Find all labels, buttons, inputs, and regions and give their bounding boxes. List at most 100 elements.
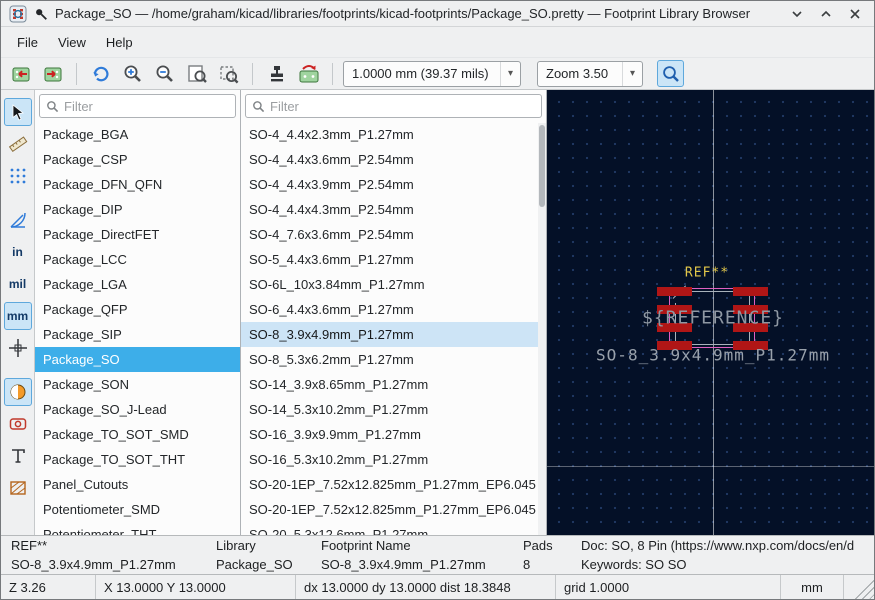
library-list: Package_BGA Package_CSP Package_DFN_QFN Pac…: [35, 122, 240, 535]
footprint-list-item[interactable]: SO-20_5.3x12.6mm_P1.27mm: [241, 522, 538, 535]
library-list-item[interactable]: Package_TO_SOT_SMD: [35, 422, 240, 447]
library-list-item[interactable]: Package_SIP: [35, 322, 240, 347]
toolbar-separator: [76, 62, 77, 85]
refresh-button[interactable]: [87, 60, 114, 87]
menu-item[interactable]: Help: [96, 31, 143, 54]
footprint-list-scrollbar[interactable]: [538, 123, 546, 535]
menu-item[interactable]: View: [48, 31, 96, 54]
footprint-list-item[interactable]: SO-6L_10x3.84mm_P1.27mm: [241, 272, 538, 297]
library-list-item[interactable]: Package_DFN_QFN: [35, 172, 240, 197]
measure-tool-button[interactable]: [4, 130, 32, 158]
footprint-list-item[interactable]: SO-8_5.3x6.2mm_P1.27mm: [241, 347, 538, 372]
status-coords-bar: Z 3.26 X 13.0000 Y 13.0000 dx 13.0000 dy…: [1, 574, 874, 599]
next-footprint-button[interactable]: [39, 60, 66, 87]
footprint-list-item[interactable]: SO-4_4.4x2.3mm_P1.27mm: [241, 122, 538, 147]
pin-icon[interactable]: [34, 7, 48, 21]
zoom-select-value: Zoom 3.50: [546, 66, 609, 81]
graphics-sketch-button[interactable]: [4, 474, 32, 502]
library-panel: Package_BGAPackage_CSPPackage_DFN_QFNPac…: [35, 90, 241, 535]
cursor-tool-button[interactable]: [3, 98, 32, 126]
zoom-selection-button[interactable]: [215, 60, 242, 87]
footprint-list-item[interactable]: SO-20-1EP_7.52x12.825mm_P1.27mm_EP6.045: [241, 497, 538, 522]
high-contrast-button[interactable]: [3, 378, 32, 406]
crosshair-style-button[interactable]: [4, 334, 32, 362]
library-list-item[interactable]: Package_SO: [35, 347, 240, 372]
library-list-item[interactable]: Package_LGA: [35, 272, 240, 297]
maximize-button[interactable]: [815, 4, 837, 24]
status-keywords: Keywords: SO SO: [581, 557, 687, 572]
polar-coordinates-button[interactable]: [4, 206, 32, 234]
status-zoom: Z 3.26: [1, 575, 96, 599]
footprint-list-item[interactable]: SO-16_3.9x9.9mm_P1.27mm: [241, 422, 538, 447]
status-footprint-label: Footprint Name: [321, 538, 411, 553]
footprint-list-item[interactable]: SO-16_5.3x10.2mm_P1.27mm: [241, 447, 538, 472]
units-mils-button[interactable]: mil: [4, 270, 32, 298]
library-list-item[interactable]: Potentiometer_SMD: [35, 497, 240, 522]
pads-sketch-button[interactable]: [4, 410, 32, 438]
library-list-item[interactable]: Panel_Cutouts: [35, 472, 240, 497]
footprint-filter-input[interactable]: [270, 98, 535, 114]
footprint-list-item[interactable]: SO-5_4.4x3.6mm_P1.27mm: [241, 247, 538, 272]
library-filter[interactable]: [39, 94, 236, 118]
main-toolbar: 1.0000 mm (39.37 mils) ▾ Zoom 3.50 ▾: [1, 57, 874, 90]
footprint-list-item[interactable]: SO-4_4.4x3.9mm_P2.54mm: [241, 172, 538, 197]
zoom-out-button[interactable]: [151, 60, 178, 87]
library-list-item[interactable]: Package_SO_J-Lead: [35, 397, 240, 422]
footprint-panel: SO-4_4.4x2.3mm_P1.27mmSO-4_4.4x3.6mm_P2.…: [241, 90, 547, 535]
previous-footprint-button[interactable]: [7, 60, 34, 87]
status-cursor-position: X 13.0000 Y 13.0000: [96, 575, 296, 599]
footprint-list: SO-4_4.4x2.3mm_P1.27mm SO-4_4.4x3.6mm_P2.…: [241, 122, 538, 535]
3d-viewer-button[interactable]: [263, 60, 290, 87]
footprint-list-item[interactable]: SO-6_4.4x3.6mm_P1.27mm: [241, 297, 538, 322]
footprint-list-item[interactable]: SO-4_4.4x3.6mm_P2.54mm: [241, 147, 538, 172]
units-mm-button[interactable]: mm: [3, 302, 32, 330]
status-doc: Doc: SO, 8 Pin (https://www.nxp.com/docs…: [581, 538, 855, 553]
grid-select-value: 1.0000 mm (39.37 mils): [352, 66, 489, 81]
insert-footprint-button[interactable]: [295, 60, 322, 87]
library-list-item[interactable]: Package_TO_SOT_THT: [35, 447, 240, 472]
search-toggle-button[interactable]: [657, 60, 684, 87]
library-list-item[interactable]: Package_CSP: [35, 147, 240, 172]
footprint-list-item[interactable]: SO-20-1EP_7.52x12.825mm_P1.27mm_EP6.045: [241, 472, 538, 497]
library-list-item[interactable]: Package_LCC: [35, 247, 240, 272]
menubar: File View Help: [1, 27, 874, 57]
toolbar-separator: [332, 62, 333, 85]
library-filter-input[interactable]: [64, 98, 229, 114]
window-title: Package_SO — /home/graham/kicad/librarie…: [55, 6, 751, 21]
units-inches-button[interactable]: in: [4, 238, 32, 266]
menu-item[interactable]: File: [7, 31, 48, 54]
library-list-item[interactable]: Package_DirectFET: [35, 222, 240, 247]
library-list-item[interactable]: Package_QFP: [35, 297, 240, 322]
zoom-fit-button[interactable]: [183, 60, 210, 87]
status-library: Package_SO: [216, 557, 293, 572]
reference-designator: REF**: [684, 265, 730, 281]
library-list-item[interactable]: Package_BGA: [35, 122, 240, 147]
footprint-list-item[interactable]: SO-4_4.4x4.3mm_P2.54mm: [241, 197, 538, 222]
status-pads: 8: [523, 557, 531, 572]
library-list-item[interactable]: Potentiometer_THT: [35, 522, 240, 535]
footprint-list-item[interactable]: SO-14_5.3x10.2mm_P1.27mm: [241, 397, 538, 422]
status-footprint-name: SO-8_3.9x4.9mm_P1.27mm: [321, 557, 486, 572]
grid-toggle-button[interactable]: [4, 162, 32, 190]
titlebar[interactable]: Package_SO — /home/graham/kicad/librarie…: [1, 1, 874, 27]
scrollbar-thumb[interactable]: [539, 125, 545, 207]
search-icon: [46, 100, 59, 113]
status-info-bar: REF** Library Footprint Name Pads Doc: S…: [1, 535, 874, 574]
grid-select[interactable]: 1.0000 mm (39.37 mils) ▾: [343, 60, 521, 87]
close-button[interactable]: [844, 4, 866, 24]
cursor-crosshair-horizontal: [547, 466, 874, 467]
footprint-list-item[interactable]: SO-8_3.9x4.9mm_P1.27mm: [241, 322, 538, 347]
status-footprint: SO-8_3.9x4.9mm_P1.27mm: [11, 557, 176, 572]
zoom-in-button[interactable]: [119, 60, 146, 87]
footprint-list-item[interactable]: SO-4_7.6x3.6mm_P2.54mm: [241, 222, 538, 247]
footprint-filter[interactable]: [245, 94, 542, 118]
zoom-select[interactable]: Zoom 3.50 ▾: [537, 60, 643, 87]
resize-grip[interactable]: [852, 575, 874, 599]
library-list-item[interactable]: Package_SON: [35, 372, 240, 397]
library-list-item[interactable]: Package_DIP: [35, 197, 240, 222]
footprint-list-item[interactable]: SO-14_3.9x8.65mm_P1.27mm: [241, 372, 538, 397]
pad: [733, 287, 768, 296]
window-menu-button[interactable]: [786, 4, 808, 24]
text-sketch-button[interactable]: [4, 442, 32, 470]
footprint-canvas[interactable]: REF** ${REFERENCE} SO-8_3.9x4.9mm_P1.27m…: [547, 90, 874, 535]
